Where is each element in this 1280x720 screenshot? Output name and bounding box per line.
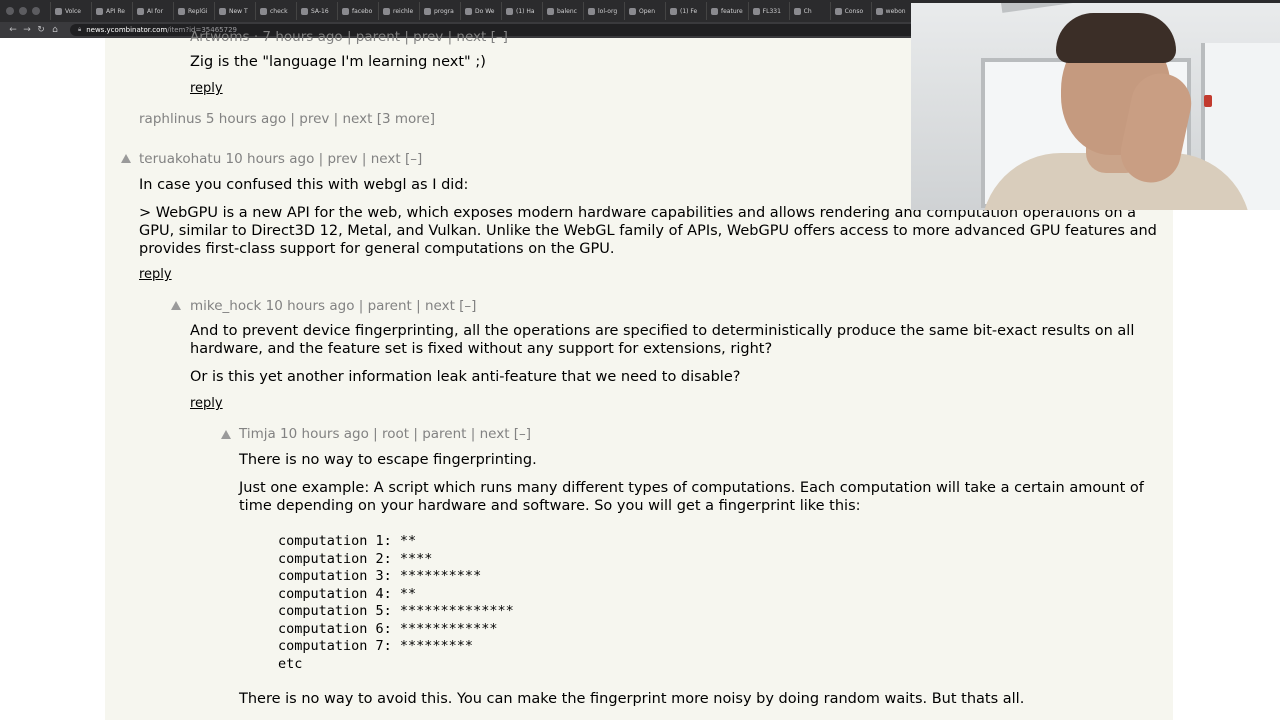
- browser-tab[interactable]: Do We: [460, 2, 500, 20]
- comment-meta[interactable]: mike_hock 10 hours ago | parent | next […: [190, 298, 476, 314]
- minimize-window-icon[interactable]: [19, 7, 27, 15]
- tab-favicon-icon: [137, 7, 144, 15]
- browser-tab[interactable]: progra: [419, 2, 459, 20]
- tab-favicon-icon: [55, 7, 62, 15]
- tab-label: Ch: [803, 7, 812, 15]
- tab-label: facebo: [352, 7, 373, 15]
- tab-label: check: [270, 7, 288, 15]
- tab-label: New T: [229, 7, 248, 15]
- tab-label: reichle: [393, 7, 414, 15]
- forward-arrow-icon[interactable]: →: [20, 25, 34, 35]
- tab-label: feature: [721, 7, 743, 15]
- browser-tab[interactable]: New T: [214, 2, 254, 20]
- tab-favicon-icon: [752, 7, 760, 15]
- comment-text: There is no way to avoid this. You can m…: [239, 691, 1025, 707]
- comment-quote: > WebGPU is a new API for the web, which…: [139, 205, 1157, 257]
- back-arrow-icon[interactable]: ←: [6, 25, 20, 35]
- browser-tab[interactable]: webon: [870, 2, 911, 20]
- comment-meta[interactable]: teruakohatu 10 hours ago | prev | next […: [139, 151, 422, 167]
- comment-text: And to prevent device fingerprinting, al…: [190, 323, 1135, 357]
- maximize-window-icon[interactable]: [32, 7, 40, 15]
- reply-link[interactable]: reply: [139, 267, 172, 282]
- tab-label: balenc: [557, 7, 577, 15]
- tab-favicon-icon: [219, 7, 226, 15]
- tab-favicon-icon: [465, 7, 472, 15]
- reload-icon[interactable]: ↻: [34, 25, 48, 35]
- comment-text: There is no way to escape fingerprinting…: [239, 452, 537, 468]
- browser-tab[interactable]: facebo: [337, 2, 377, 20]
- tab-favicon-icon: [670, 7, 677, 15]
- tab-favicon-icon: [506, 7, 513, 15]
- webcam-fire-alarm: [1204, 95, 1212, 107]
- window-controls[interactable]: [6, 7, 40, 15]
- tab-favicon-icon: [96, 7, 103, 15]
- tab-label: progra: [434, 7, 454, 15]
- browser-tab[interactable]: balenc: [542, 2, 582, 20]
- browser-tab[interactable]: feature: [706, 2, 747, 20]
- tab-label: AI for: [147, 7, 164, 15]
- tab-list: Volce API Re AI for ReplGi New T check SA-16 fa…: [50, 2, 912, 20]
- home-icon[interactable]: ⌂: [48, 25, 62, 35]
- comment-meta[interactable]: Timja 10 hours ago | root | parent | nex…: [239, 426, 531, 442]
- webcam-overlay: [911, 3, 1280, 210]
- tab-favicon-icon: [875, 7, 883, 15]
- tab-favicon-icon: [629, 7, 636, 15]
- browser-tab[interactable]: API Re: [91, 2, 131, 20]
- browser-tab[interactable]: ReplGi: [173, 2, 213, 20]
- tab-label: Volce: [65, 7, 81, 15]
- tab-label: webon: [885, 7, 906, 15]
- browser-tab[interactable]: check: [255, 2, 295, 20]
- browser-tab[interactable]: Ch: [788, 2, 829, 20]
- reply-link[interactable]: reply: [190, 81, 223, 96]
- tab-favicon-icon: [383, 7, 390, 15]
- tab-label: ReplGi: [188, 7, 208, 15]
- url-host: news.ycombinator.com: [86, 26, 168, 34]
- tab-favicon-icon: [424, 7, 431, 15]
- tab-favicon-icon: [834, 7, 842, 15]
- upvote-arrow-icon[interactable]: [121, 154, 131, 163]
- browser-tab[interactable]: AI for: [132, 2, 172, 20]
- tab-label: (1) Ha: [516, 7, 535, 15]
- tab-label: (1) Fe: [680, 7, 698, 15]
- tab-label: lol-org: [598, 7, 618, 15]
- comment-meta[interactable]: Artwoms · 7 hours ago | parent | prev | …: [190, 29, 508, 45]
- code-block: computation 1: ** computation 2: **** co…: [278, 533, 514, 672]
- tab-favicon-icon: [260, 7, 267, 15]
- upvote-arrow-icon[interactable]: [221, 430, 231, 439]
- browser-tab[interactable]: (1) Ha: [501, 2, 541, 20]
- lock-icon: 🔒︎: [78, 26, 82, 33]
- browser-tab[interactable]: Volce: [50, 2, 90, 20]
- tab-label: SA-16: [311, 7, 329, 15]
- comment-text: Just one example: A script which runs ma…: [239, 480, 1144, 514]
- webcam-person-hair: [1056, 13, 1176, 63]
- upvote-arrow-icon[interactable]: [171, 301, 181, 310]
- reply-link[interactable]: reply: [190, 396, 223, 411]
- browser-tab[interactable]: reichle: [378, 2, 418, 20]
- tab-favicon-icon: [588, 7, 595, 15]
- browser-tab[interactable]: Conso: [829, 2, 870, 20]
- tab-label: Conso: [844, 7, 864, 15]
- browser-tab[interactable]: SA-16: [296, 2, 336, 20]
- tab-favicon-icon: [793, 7, 801, 15]
- tab-label: FL331: [762, 7, 781, 15]
- tab-favicon-icon: [342, 7, 349, 15]
- browser-tab[interactable]: lol-org: [583, 2, 623, 20]
- tab-favicon-icon: [178, 7, 185, 15]
- tab-label: Open: [639, 7, 656, 15]
- close-window-icon[interactable]: [6, 7, 14, 15]
- tab-favicon-icon: [301, 7, 308, 15]
- tab-label: Do We: [475, 7, 495, 15]
- comment-meta[interactable]: raphlinus 5 hours ago | prev | next [3 m…: [139, 111, 435, 127]
- tab-label: API Re: [106, 7, 125, 15]
- browser-tab[interactable]: Open: [624, 2, 664, 20]
- tab-favicon-icon: [711, 7, 718, 15]
- browser-tab[interactable]: FL331: [747, 2, 788, 20]
- comment-text: Or is this yet another information leak …: [190, 369, 741, 385]
- browser-tab[interactable]: (1) Fe: [665, 2, 705, 20]
- tab-favicon-icon: [547, 7, 554, 15]
